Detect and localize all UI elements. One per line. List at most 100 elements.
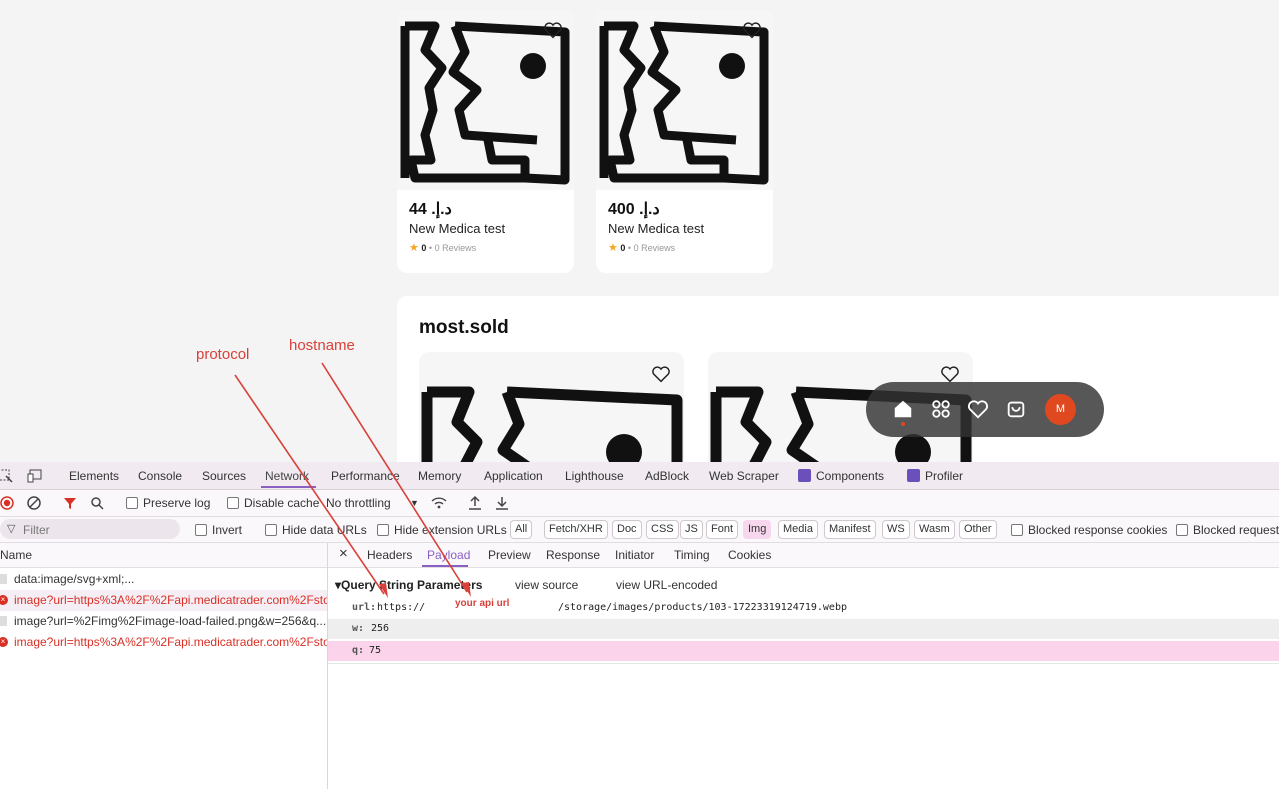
param-row-w: w: 256: [328, 619, 1279, 639]
tab-sources[interactable]: Sources: [202, 469, 246, 483]
chip-other[interactable]: Other: [959, 520, 997, 539]
product-name[interactable]: New Medica test: [409, 221, 505, 236]
chip-img[interactable]: Img: [743, 520, 772, 539]
error-icon: ×: [0, 637, 8, 647]
chip-doc[interactable]: Doc: [612, 520, 642, 539]
tab-components[interactable]: Components: [816, 469, 884, 483]
chip-ws[interactable]: WS: [882, 520, 910, 539]
tab-profiler[interactable]: Profiler: [925, 469, 963, 483]
product-card[interactable]: د.إ. 44 New Medica test ★ 0 • 0 Reviews: [397, 10, 574, 273]
active-tab-indicator: [422, 565, 468, 567]
inspect-element-icon[interactable]: [0, 469, 13, 483]
close-icon[interactable]: ×: [339, 545, 348, 562]
request-list: Name data:image/svg+xml;... × image?url=…: [0, 543, 328, 789]
hide-extension-urls-label: Hide extension URLs: [394, 523, 507, 537]
blocked-requests-label: Blocked requests: [1193, 523, 1279, 537]
tab-cookies[interactable]: Cookies: [728, 548, 771, 562]
tab-network[interactable]: Network: [265, 469, 309, 483]
star-icon: ★: [608, 242, 618, 254]
chip-font[interactable]: Font: [706, 520, 739, 539]
filter-placeholder: Filter: [23, 523, 50, 537]
annotation-api-url: your api url: [455, 598, 510, 609]
download-icon[interactable]: [495, 495, 509, 510]
product-card[interactable]: د.إ. 400 New Medica test ★ 0 • 0 Reviews: [596, 10, 773, 273]
chip-css[interactable]: CSS: [646, 520, 679, 539]
tab-elements[interactable]: Elements: [69, 469, 119, 483]
invert-checkbox[interactable]: [195, 524, 207, 536]
tab-payload[interactable]: Payload: [427, 548, 470, 562]
filter-bar: ▽ Filter Invert Hide data URLs Hide exte…: [0, 517, 1279, 543]
avatar[interactable]: M: [1045, 394, 1076, 425]
view-source-link[interactable]: view source: [515, 578, 578, 592]
tab-timing[interactable]: Timing: [674, 548, 710, 562]
chip-media[interactable]: Media: [778, 520, 818, 539]
network-conditions-icon[interactable]: [431, 496, 447, 510]
star-icon: ★: [409, 242, 419, 254]
heart-icon[interactable]: [543, 21, 563, 39]
request-row[interactable]: data:image/svg+xml;...: [0, 569, 327, 590]
throttling-select[interactable]: No throttling: [326, 496, 391, 510]
error-icon: ×: [0, 595, 8, 605]
devtools-panel: Elements Console Sources Network Perform…: [0, 462, 1279, 789]
clear-icon[interactable]: [27, 496, 41, 510]
disable-cache-label: Disable cache: [244, 496, 320, 510]
react-profiler-icon: [907, 469, 920, 482]
tab-console[interactable]: Console: [138, 469, 182, 483]
name-column-header[interactable]: Name: [0, 543, 327, 568]
tab-application[interactable]: Application: [484, 469, 543, 483]
detail-tabs: × Headers Payload Preview Response Initi…: [328, 543, 1279, 568]
filter-icon: ▽: [7, 523, 16, 535]
preserve-log-label: Preserve log: [143, 496, 211, 510]
heart-icon[interactable]: [967, 398, 989, 420]
tab-response[interactable]: Response: [546, 548, 600, 562]
device-toolbar-icon[interactable]: [27, 469, 43, 483]
product-name[interactable]: New Medica test: [608, 221, 704, 236]
annotation-hostname: hostname: [289, 337, 355, 354]
view-url-encoded-link[interactable]: view URL-encoded: [616, 578, 717, 592]
chip-fetch-xhr[interactable]: Fetch/XHR: [544, 520, 608, 539]
heart-icon[interactable]: [651, 365, 671, 383]
disable-cache-checkbox[interactable]: [227, 497, 239, 509]
blocked-cookies-checkbox[interactable]: [1011, 524, 1023, 536]
request-row[interactable]: × image?url=https%3A%2F%2Fapi.medicatrad…: [0, 632, 327, 653]
section-title: most.sold: [419, 317, 509, 338]
product-rating: ★ 0 • 0 Reviews: [608, 242, 676, 254]
heart-icon[interactable]: [742, 21, 762, 39]
tab-headers[interactable]: Headers: [367, 548, 412, 562]
bag-icon[interactable]: [1005, 398, 1027, 420]
tab-preview[interactable]: Preview: [488, 548, 531, 562]
request-row[interactable]: image?url=%2Fimg%2Fimage-load-failed.png…: [0, 611, 327, 632]
filter-input[interactable]: ▽ Filter: [0, 519, 180, 539]
product-price: د.إ. 400: [608, 201, 660, 218]
upload-icon[interactable]: [468, 495, 482, 510]
tab-initiator[interactable]: Initiator: [615, 548, 654, 562]
floating-nav: M: [866, 382, 1104, 437]
tab-web-scraper[interactable]: Web Scraper: [709, 469, 779, 483]
chip-js[interactable]: JS: [680, 520, 703, 539]
product-rating: ★ 0 • 0 Reviews: [409, 242, 477, 254]
chip-manifest[interactable]: Manifest: [824, 520, 876, 539]
chip-all[interactable]: All: [510, 520, 533, 539]
tab-adblock[interactable]: AdBlock: [645, 469, 689, 483]
record-icon[interactable]: [0, 496, 14, 510]
blocked-cookies-label: Blocked response cookies: [1028, 523, 1168, 537]
chevron-down-icon[interactable]: ▼: [410, 498, 419, 508]
active-tab-indicator: [261, 486, 316, 488]
hide-data-urls-checkbox[interactable]: [265, 524, 277, 536]
chip-wasm[interactable]: Wasm: [914, 520, 955, 539]
annotation-protocol: protocol: [196, 346, 250, 363]
request-row[interactable]: × image?url=https%3A%2F%2Fapi.medicatrad…: [0, 590, 327, 611]
filter-icon[interactable]: [63, 496, 77, 510]
blocked-requests-checkbox[interactable]: [1176, 524, 1188, 536]
grid-icon[interactable]: [930, 398, 952, 420]
search-icon[interactable]: [90, 496, 104, 510]
tab-performance[interactable]: Performance: [331, 469, 400, 483]
tab-memory[interactable]: Memory: [418, 469, 461, 483]
preserve-log-checkbox[interactable]: [126, 497, 138, 509]
tab-lighthouse[interactable]: Lighthouse: [565, 469, 624, 483]
heart-icon[interactable]: [940, 365, 960, 383]
query-string-parameters-header[interactable]: ▾Query String Parameters: [335, 578, 482, 592]
hide-extension-urls-checkbox[interactable]: [377, 524, 389, 536]
home-icon[interactable]: [892, 398, 914, 420]
hide-data-urls-label: Hide data URLs: [282, 523, 367, 537]
